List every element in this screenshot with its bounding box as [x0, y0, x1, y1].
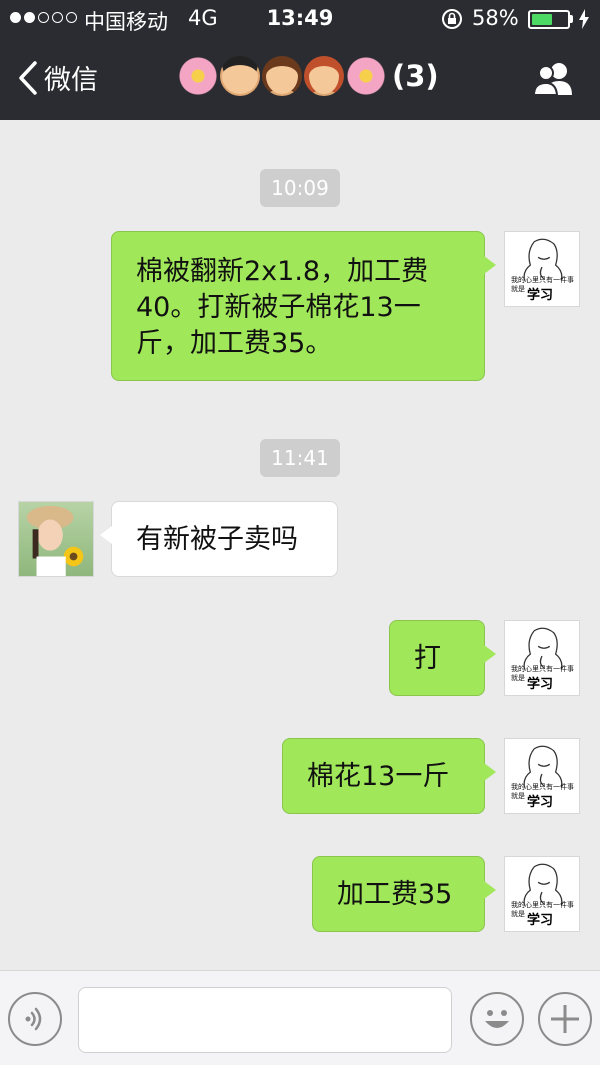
- chat-area[interactable]: 10:09 棉被翻新2x1.8，加工费 40。打新被子棉花13一 斤，加工费35…: [0, 120, 600, 970]
- battery-percentage: 58%: [472, 6, 519, 30]
- charging-bolt-icon: [579, 9, 589, 29]
- incoming-message[interactable]: 有新被子卖吗: [100, 501, 338, 577]
- plus-icon: [551, 1005, 579, 1033]
- my-avatar[interactable]: 我的心里只有一件事 就是 学习: [504, 620, 580, 696]
- battery-icon: [528, 10, 570, 29]
- chat-title: (3): [178, 56, 439, 96]
- navigation-bar: 微信 (3): [0, 38, 600, 120]
- emoji-button[interactable]: [470, 992, 524, 1046]
- my-avatar[interactable]: 我的心里只有一件事 就是 学习: [504, 738, 580, 814]
- contact-photo-icon: [26, 505, 84, 576]
- voice-input-button[interactable]: [8, 992, 62, 1046]
- back-button[interactable]: 微信: [18, 58, 98, 97]
- message-line: 棉被翻新2x1.8，加工费: [136, 256, 429, 287]
- outgoing-message[interactable]: 加工费35: [312, 856, 496, 932]
- my-avatar[interactable]: 我的心里只有一件事 就是 学习: [504, 856, 580, 932]
- message-line: 斤，加工费35。: [136, 328, 333, 359]
- battery-nub: [570, 15, 573, 23]
- outgoing-message[interactable]: 棉花13一斤: [282, 738, 496, 814]
- timestamp: 10:09: [260, 169, 340, 207]
- cherry-blossom-emoji-icon: [178, 56, 218, 96]
- contact-avatar[interactable]: [18, 501, 94, 577]
- voice-icon: [25, 1007, 42, 1031]
- outgoing-message[interactable]: 棉被翻新2x1.8，加工费 40。打新被子棉花13一 斤，加工费35。: [111, 231, 496, 381]
- sticker-title: 学习: [527, 795, 554, 810]
- woman-emoji-icon: [304, 56, 344, 96]
- smiley-icon: [485, 1010, 509, 1028]
- timestamp: 11:41: [260, 439, 340, 477]
- outgoing-message[interactable]: 打: [389, 620, 496, 696]
- battery-level: [532, 14, 552, 25]
- back-label: 微信: [44, 65, 98, 96]
- sticker-title: 学习: [527, 677, 554, 692]
- man-emoji-icon: [220, 56, 260, 96]
- member-count: (3): [392, 59, 439, 93]
- rotation-lock-icon: [442, 9, 462, 29]
- group-members-icon[interactable]: [532, 60, 576, 96]
- more-options-button[interactable]: [538, 992, 592, 1046]
- input-bar: [0, 970, 600, 1065]
- sticker-title: 学习: [527, 288, 554, 303]
- cherry-blossom-emoji-icon: [346, 56, 386, 96]
- my-avatar[interactable]: 我的心里只有一件事 就是 学习: [504, 231, 580, 307]
- status-bar: 中国移动 4G 13:49 58%: [0, 0, 600, 38]
- message-line: 40。打新被子棉花13一: [136, 292, 421, 323]
- girl-emoji-icon: [262, 56, 302, 96]
- top-bar: 中国移动 4G 13:49 58% 微信 (3): [0, 0, 600, 120]
- message-input[interactable]: [78, 987, 452, 1053]
- sticker-title: 学习: [527, 913, 554, 928]
- chevron-left-icon: [19, 60, 37, 95]
